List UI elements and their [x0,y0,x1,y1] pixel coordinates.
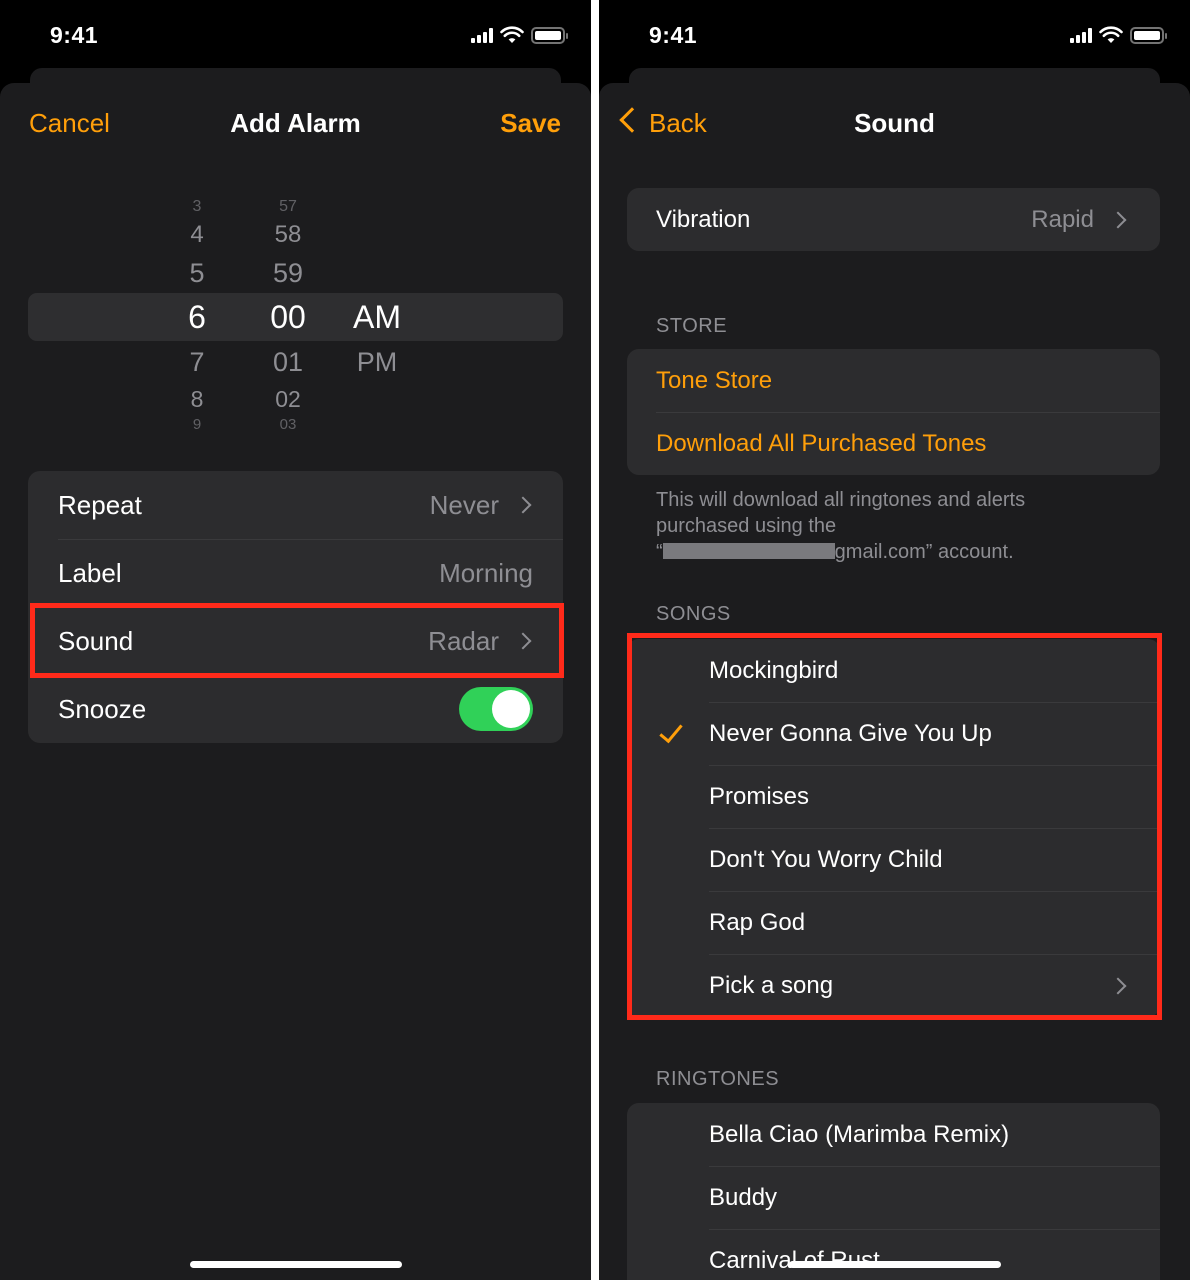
store-group: Tone Store Download All Purchased Tones [627,349,1160,475]
minute-option: 57 [279,198,297,215]
songs-header: SONGS [656,603,731,625]
wifi-icon [500,26,524,43]
toggle-knob [492,690,530,728]
snooze-toggle[interactable] [459,687,533,731]
label-label: Label [58,557,122,588]
status-bar: 9:41 [599,0,1190,70]
ringtones-group: Bella Ciao (Marimba Remix) Buddy Carniva… [627,1103,1160,1280]
ringtone-title: Buddy [709,1183,778,1211]
chevron-right-icon [514,496,532,514]
vibration-group: Vibration Rapid [627,188,1160,251]
download-all-tones-link[interactable]: Download All Purchased Tones [627,412,1160,475]
minute-option: 58 [274,221,302,248]
footnote-quote: “ [656,541,663,563]
status-time: 9:41 [50,22,99,48]
selected-period: AM [353,299,401,335]
ringtone-item[interactable]: Carnival of Rust [627,1229,1160,1280]
ringtones-header: RINGTONES [656,1068,780,1090]
save-button[interactable]: Save [500,108,561,139]
modal-sheet: Cancel Add Alarm Save 3 4 5 6 7 8 9 57 5… [0,83,591,1280]
footnote-line: purchased using the [656,515,837,537]
battery-icon [1130,26,1167,44]
home-indicator [788,1261,1001,1268]
minute-option: 59 [272,258,304,288]
hour-option: 9 [192,416,202,433]
vibration-row[interactable]: Vibration Rapid [627,188,1160,251]
vibration-value: Rapid [1031,205,1094,233]
repeat-value: Never [429,489,499,520]
hour-option: 7 [189,347,205,377]
status-time: 9:41 [649,22,698,48]
hour-option: 4 [190,221,204,248]
modal-sheet: Back Sound Vibration Rapid STORE Tone St… [599,83,1190,1280]
selected-hour: 6 [188,299,206,335]
store-header: STORE [656,315,728,337]
page-title: Sound [854,108,935,138]
cellular-signal-icon [1070,27,1092,43]
ringtone-title: Bella Ciao (Marimba Remix) [709,1120,1010,1148]
minute-option: 02 [275,386,301,412]
songs-highlight [627,633,1162,1020]
ringtone-item[interactable]: Buddy [627,1166,1160,1229]
footnote-line: This will download all ringtones and ale… [656,489,1026,511]
home-indicator [189,1261,402,1268]
status-bar: 9:41 [0,0,591,70]
time-picker[interactable]: 3 4 5 6 7 8 9 57 58 59 00 01 02 03 AM PM [0,183,591,448]
ringtone-item[interactable]: Bella Ciao (Marimba Remix) [627,1103,1160,1166]
chevron-right-icon [1109,211,1127,228]
repeat-row[interactable]: Repeat Never [28,471,563,539]
store-footnote: This will download all ringtones and ale… [656,487,1126,565]
cellular-signal-icon [471,27,493,43]
add-alarm-screen: 9:41 Cancel Add Alarm Save 3 4 5 6 7 8 9… [0,0,591,1280]
tone-store-link[interactable]: Tone Store [627,349,1160,412]
minute-option: 03 [279,416,297,433]
wifi-icon [1099,26,1123,43]
label-row[interactable]: Label Morning [28,539,563,607]
vibration-label: Vibration [656,205,751,233]
hour-option: 5 [189,258,205,288]
minute-option: 01 [272,347,304,377]
repeat-label: Repeat [58,489,142,520]
sound-screen: 9:41 Back Sound Vibration Rapid STORE To… [599,0,1190,1280]
label-value: Morning [439,557,533,588]
redacted-email [662,543,835,559]
sound-row-highlight [30,603,564,678]
snooze-label: Snooze [58,693,147,724]
battery-icon [531,26,568,44]
period-option: PM [356,347,398,377]
hour-option: 3 [192,198,202,215]
footnote-account: gmail.com” account. [834,541,1014,563]
snooze-row: Snooze [28,675,563,743]
hour-option: 8 [190,386,204,412]
selected-minute: 00 [270,299,306,335]
